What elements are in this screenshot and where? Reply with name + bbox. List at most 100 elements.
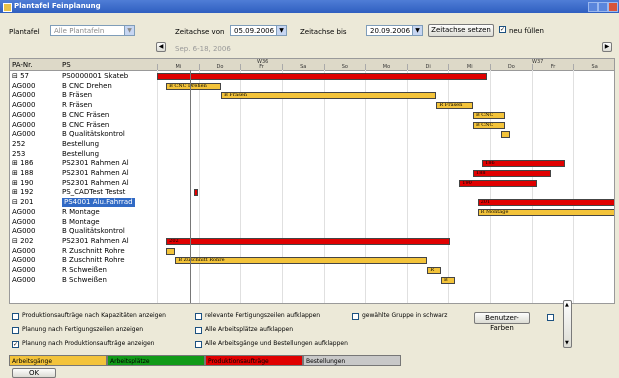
tree-row[interactable]: AG000 B CNC Fräsen	[10, 111, 157, 120]
production-order-bar[interactable]: 190	[459, 179, 538, 187]
operation-bar[interactable]	[166, 247, 176, 255]
close-button[interactable]	[608, 2, 618, 12]
operation-bar[interactable]: B CNC	[473, 121, 506, 129]
options-scrollbar[interactable]: ▲ ▼	[563, 300, 572, 348]
benutzer-farben-checkbox[interactable]	[547, 314, 554, 321]
neu-fuellen-checkbox[interactable]: ✓	[499, 26, 506, 33]
pa-number: ⊞ 188	[12, 169, 34, 177]
tree-row[interactable]: ⊞ 188 PS2301 Rahmen Al	[10, 169, 157, 178]
pa-number: AG000	[12, 101, 36, 110]
production-order-bar[interactable]: 202	[166, 237, 451, 245]
pa-number: AG000	[12, 246, 36, 255]
option-checkbox[interactable]	[195, 341, 202, 348]
pa-number: AG000	[12, 227, 36, 236]
operation-bar[interactable]	[500, 131, 510, 139]
production-order-bar[interactable]	[193, 189, 199, 197]
tree-row[interactable]: ⊟ 201 PS4001 Alu.Fahrrad	[10, 198, 157, 208]
operation-bar[interactable]: B CNC Drehen	[166, 82, 222, 90]
pa-number: 252	[12, 139, 26, 148]
tree-row[interactable]: 253 Bestellung	[10, 150, 157, 159]
tree-header: PA-Nr. PS	[10, 59, 157, 71]
chevron-down-icon[interactable]: ▼	[124, 26, 134, 35]
column-header-pa: PA-Nr.	[12, 61, 33, 69]
tree-row[interactable]: AG000 B Qualitätskontrol	[10, 227, 157, 236]
day-header: Fr	[531, 64, 574, 70]
plantafel-select[interactable]: Alle Plantafeln ▼	[50, 25, 135, 36]
ps-name: PS_CADTest Testst	[62, 188, 126, 197]
tree-row[interactable]: ⊞ 186 PS2301 Rahmen Al	[10, 159, 157, 168]
operation-bar[interactable]: B CNC	[473, 111, 506, 119]
zeitachse-bis-value: 20.09.2006	[370, 27, 411, 35]
tree-row[interactable]: AG000 R Fräsen	[10, 101, 157, 110]
ps-name: B Montage	[62, 217, 100, 226]
production-order-bar[interactable]	[157, 73, 487, 80]
tree-row[interactable]: ⊟ 57 PS0000001 Skateb	[10, 72, 157, 81]
tree-row[interactable]: AG000 R Schweißen	[10, 266, 157, 275]
day-header: Fr	[240, 64, 282, 70]
operation-bar[interactable]: R Montage	[477, 208, 614, 216]
tree-row[interactable]: AG000 B Fräsen	[10, 91, 157, 100]
ps-name: PS2301 Rahmen Al	[62, 236, 129, 245]
tree-row[interactable]: ⊟ 202 PS2301 Rahmen Al	[10, 237, 157, 246]
calendar-dropdown-icon[interactable]: ▼	[276, 26, 286, 35]
operation-bar[interactable]: R	[427, 267, 441, 274]
zeitachse-von-field[interactable]: 05.09.2006 ▼	[230, 25, 287, 36]
day-header: Do	[490, 64, 532, 70]
minimize-button[interactable]	[588, 2, 598, 12]
timeline: W36 W37 Mi Do Fr Sa So Mo Di Mi Do Fr Sa B CNC Dre…	[157, 59, 614, 303]
tree-row[interactable]: AG000 B CNC Fräsen	[10, 121, 157, 130]
operation-bar[interactable]: R Fräsen	[436, 102, 473, 110]
calendar-dropdown-icon[interactable]: ▼	[412, 26, 422, 35]
day-gridline	[157, 70, 158, 303]
ok-button[interactable]: OK	[12, 368, 56, 378]
tree-row[interactable]: AG000 R Zuschnitt Rohre	[10, 247, 157, 256]
tree-row[interactable]: AG000 R Montage	[10, 208, 157, 217]
tree-row[interactable]: ⊞ 192 PS_CADTest Testst	[10, 188, 157, 197]
option-checkbox[interactable]: ✓	[12, 341, 19, 348]
tree-row[interactable]: AG000 B CNC Drehen	[10, 82, 157, 91]
tree-row[interactable]: AG000 B Qualitätskontrol	[10, 130, 157, 139]
day-header: So	[323, 64, 366, 70]
day-gridline	[281, 70, 283, 303]
option-checkbox[interactable]	[195, 327, 202, 334]
tree-row[interactable]: AG000 B Zuschnitt Rohre	[10, 256, 157, 265]
pa-number: ⊟ 201	[12, 198, 34, 207]
option-checkbox[interactable]	[195, 313, 202, 320]
tree-row[interactable]: AG000 B Montage	[10, 218, 157, 227]
arrow-left-icon: ◀	[158, 43, 164, 50]
option-label: Produktionsaufträge nach Kapazitäten anz…	[22, 312, 166, 319]
scroll-down-icon[interactable]: ▼	[565, 340, 569, 346]
next-period-button[interactable]: ▶	[602, 42, 612, 52]
ps-name: PS2301 Rahmen Al	[62, 178, 129, 187]
day-header: Mi	[157, 64, 199, 70]
ps-name: B Zuschnitt Rohre	[62, 256, 125, 265]
operation-bar[interactable]: B Fräsen	[221, 92, 437, 100]
ps-name: B CNC Fräsen	[62, 120, 110, 129]
plantafel-label: Plantafel	[9, 28, 40, 36]
column-header-ps: PS	[62, 61, 71, 69]
tree-row[interactable]: 252 Bestellung	[10, 140, 157, 149]
tree-row[interactable]: AG000 B Schweißen	[10, 276, 157, 285]
today-marker	[190, 70, 191, 303]
prev-period-button[interactable]: ◀	[156, 42, 166, 52]
production-order-bar[interactable]: 201	[477, 199, 614, 207]
option-checkbox[interactable]	[12, 313, 19, 320]
day-gridline	[240, 70, 242, 303]
zeitachse-bis-field[interactable]: 20.09.2006 ▼	[366, 25, 423, 36]
scroll-up-icon[interactable]: ▲	[565, 302, 569, 308]
option-checkbox[interactable]	[12, 327, 19, 334]
benutzer-farben-button[interactable]: Benutzer-Farben	[474, 312, 530, 332]
operation-bar[interactable]: B	[440, 276, 455, 284]
zeitachse-setzen-button[interactable]: Zeitachse setzen	[428, 24, 494, 37]
tree-row[interactable]: ⊞ 190 PS2301 Rahmen Al	[10, 179, 157, 188]
day-gridline	[365, 70, 367, 303]
order-tree: PA-Nr. PS ⊟ 57 PS0000001 Skateb AG000 B CNC…	[10, 59, 158, 303]
production-order-bar[interactable]: 186	[482, 160, 565, 168]
day-header: Di	[406, 64, 449, 70]
gantt-grid: PA-Nr. PS ⊟ 57 PS0000001 Skateb AG000 B CNC…	[9, 58, 615, 304]
maximize-button[interactable]	[598, 2, 608, 12]
production-order-bar[interactable]: 188	[473, 170, 551, 177]
legend-arbeitsplaetze: Arbeitsplätze	[107, 355, 205, 366]
option-checkbox[interactable]	[352, 313, 359, 320]
operation-bar[interactable]: B Zuschnitt Rohre	[175, 257, 428, 265]
